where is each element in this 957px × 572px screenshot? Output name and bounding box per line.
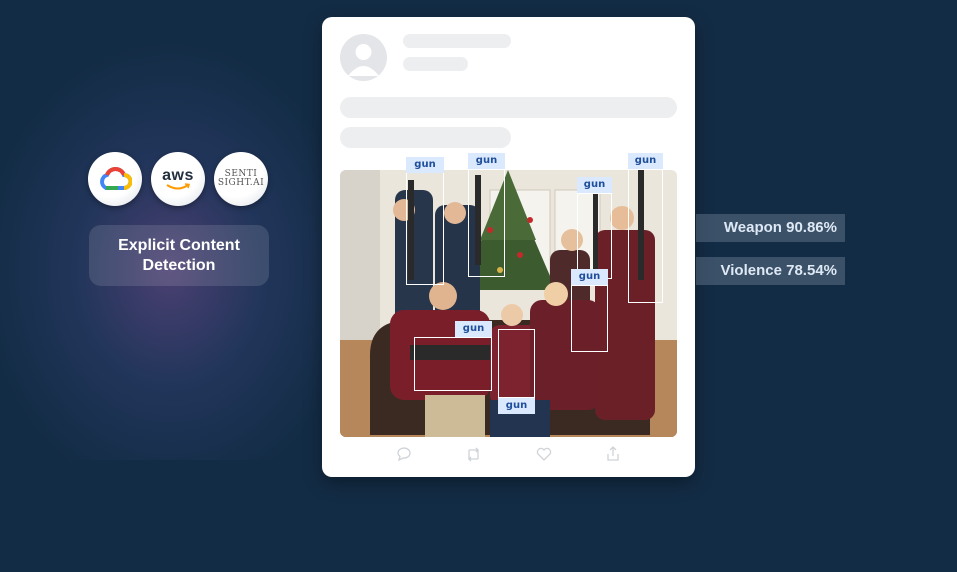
share-icon[interactable] bbox=[604, 445, 622, 463]
detection-label: gun bbox=[468, 153, 505, 169]
detection-box bbox=[498, 329, 535, 398]
like-icon[interactable] bbox=[535, 445, 553, 463]
explicit-content-badge: Explicit Content Detection bbox=[89, 225, 269, 286]
violence-score: Violence 78.54% bbox=[696, 257, 845, 285]
google-cloud-logo bbox=[88, 152, 142, 206]
detection-box bbox=[571, 285, 608, 352]
aws-smile-icon bbox=[166, 183, 190, 190]
timestamp-placeholder bbox=[403, 57, 468, 71]
post-actions bbox=[322, 445, 695, 467]
detection-label: gun bbox=[406, 157, 444, 173]
sentisight-text-bottom: SIGHT.AI bbox=[217, 178, 265, 188]
detection-box bbox=[414, 337, 492, 391]
repost-icon[interactable] bbox=[465, 445, 483, 463]
post-text-placeholder-2 bbox=[340, 127, 511, 148]
google-cloud-icon bbox=[100, 167, 132, 190]
badge-line-1: Explicit Content bbox=[118, 236, 240, 254]
detection-label: gun bbox=[455, 321, 492, 337]
username-placeholder bbox=[403, 34, 511, 48]
detection-label: gun bbox=[628, 153, 663, 169]
comment-icon[interactable] bbox=[395, 445, 413, 463]
user-avatar-icon bbox=[348, 44, 379, 76]
detection-label: gun bbox=[498, 398, 535, 414]
post-text-placeholder-1 bbox=[340, 97, 677, 118]
detection-label: gun bbox=[577, 177, 612, 193]
detection-label: gun bbox=[571, 269, 608, 285]
badge-line-2: Detection bbox=[142, 256, 216, 274]
avatar bbox=[340, 34, 387, 81]
provider-logos: aws SENTI SIGHT.AI bbox=[88, 152, 268, 206]
detection-box bbox=[628, 169, 663, 303]
detection-box bbox=[468, 169, 505, 277]
aws-logo: aws bbox=[151, 152, 205, 206]
detection-box bbox=[406, 172, 444, 285]
weapon-score: Weapon 90.86% bbox=[696, 214, 845, 242]
sentisight-logo: SENTI SIGHT.AI bbox=[214, 152, 268, 206]
detection-box bbox=[577, 193, 612, 279]
